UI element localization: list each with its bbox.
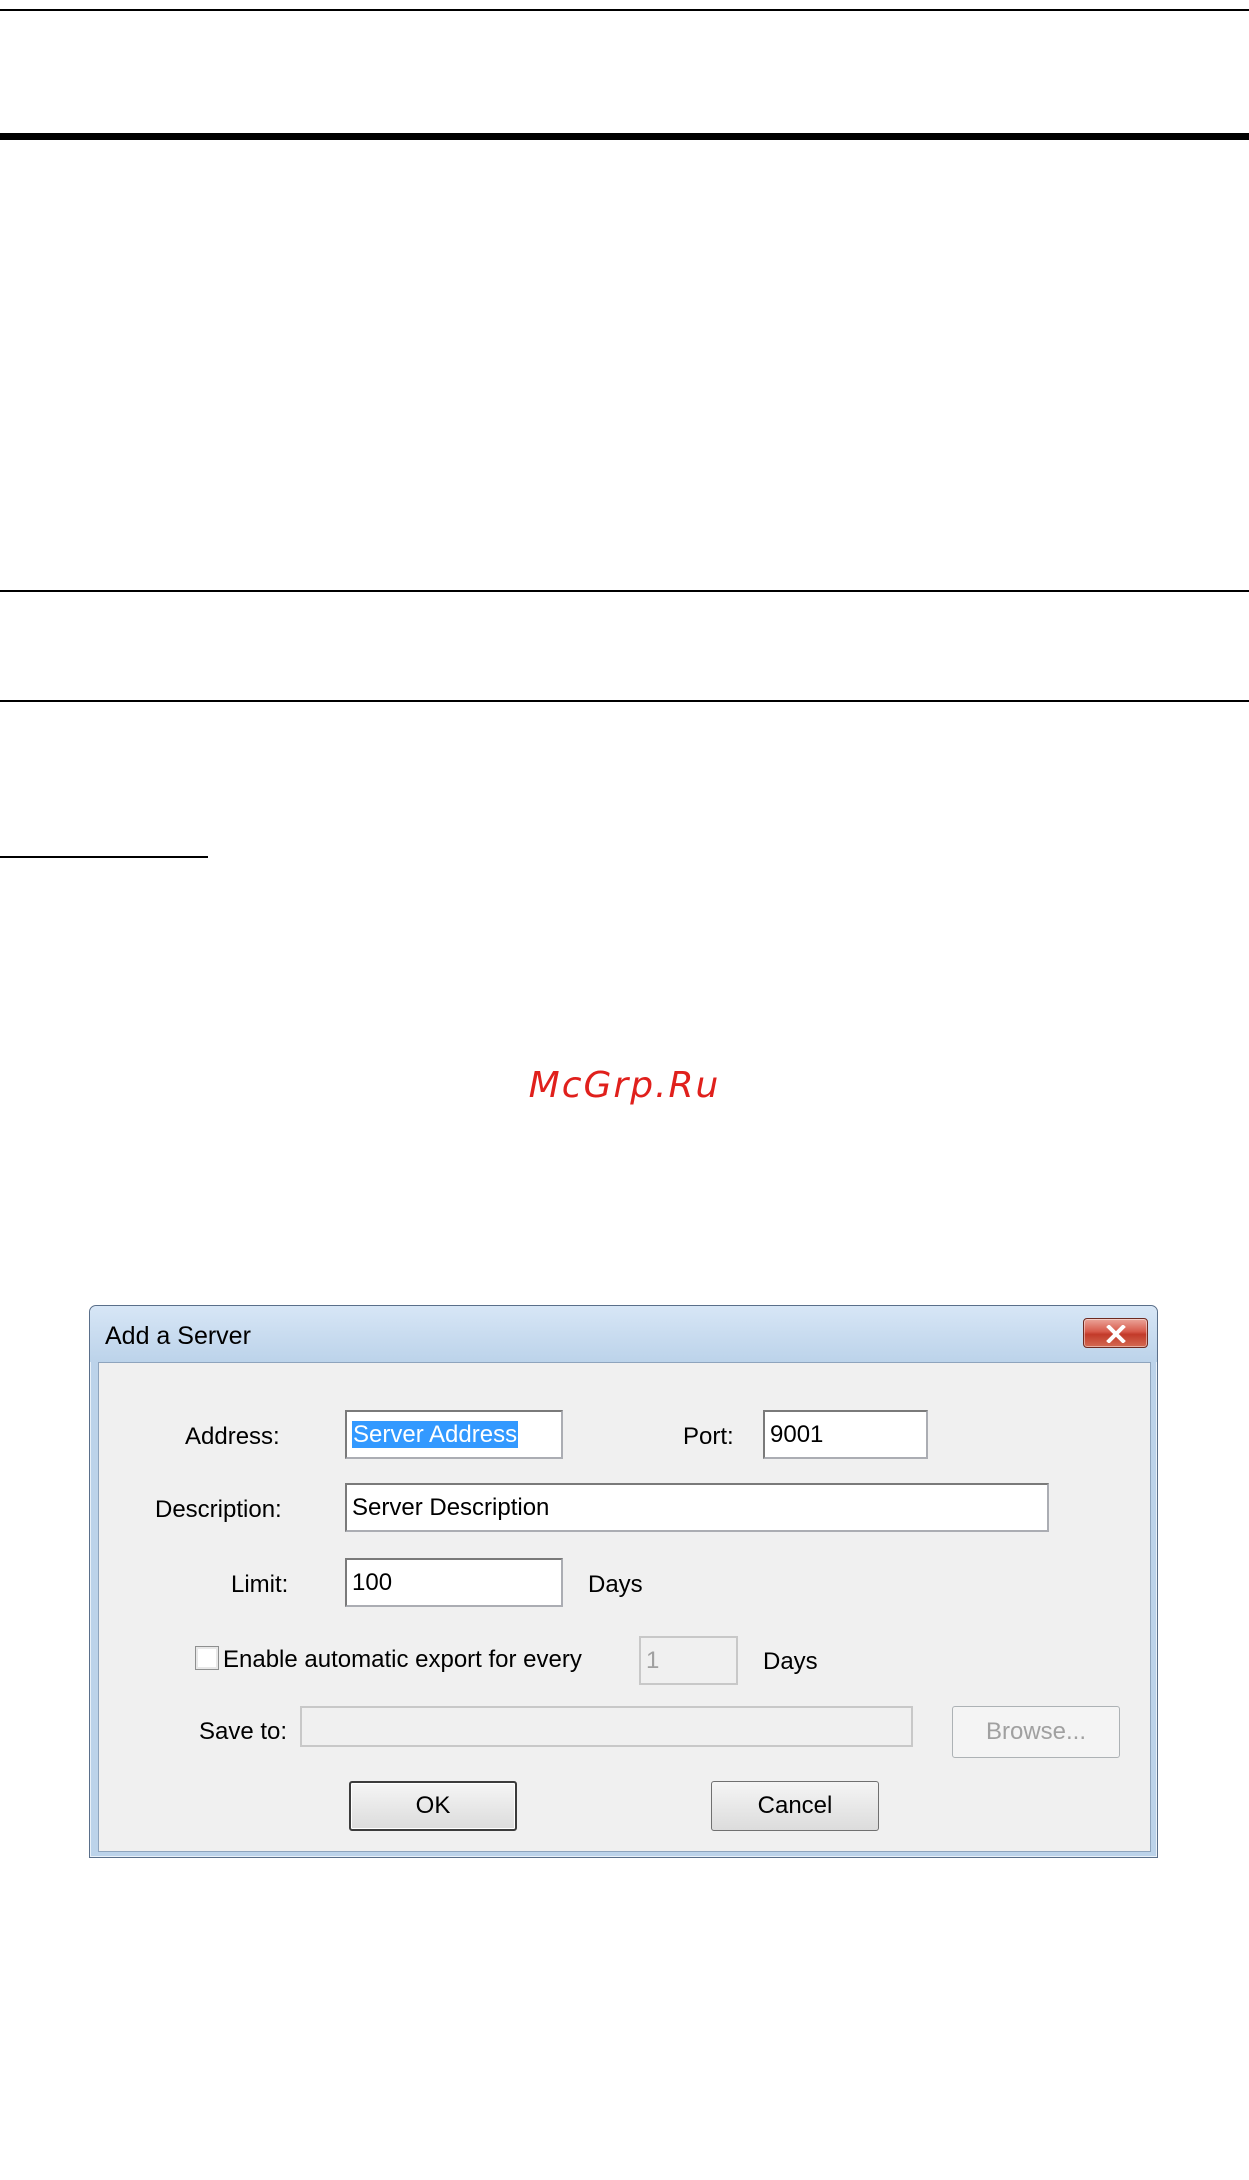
browse-button[interactable]: Browse... <box>952 1706 1120 1758</box>
save-to-input[interactable] <box>300 1706 913 1747</box>
dialog-body: Address: Server Address Port: 9001 Descr… <box>98 1362 1151 1852</box>
auto-export-unit-label: Days <box>763 1648 818 1675</box>
auto-export-days-value: 1 <box>646 1647 660 1674</box>
address-value: Server Address <box>352 1421 519 1448</box>
port-input[interactable]: 9001 <box>763 1410 928 1459</box>
limit-label: Limit: <box>231 1571 289 1598</box>
limit-value: 100 <box>352 1569 393 1596</box>
dialog-title: Add a Server <box>105 1322 251 1350</box>
header-rule <box>0 133 1249 140</box>
address-input[interactable]: Server Address <box>345 1410 563 1459</box>
watermark: McGrp.Ru <box>528 1065 721 1106</box>
auto-export-label[interactable]: Enable automatic export for every <box>223 1646 582 1674</box>
add-server-dialog: Add a Server Address: Server Address Por… <box>89 1305 1158 1858</box>
section-rule-upper <box>0 590 1249 592</box>
cancel-button[interactable]: Cancel <box>711 1781 879 1831</box>
address-label: Address: <box>185 1423 280 1450</box>
description-label: Description: <box>155 1496 282 1523</box>
port-value: 9001 <box>770 1421 824 1448</box>
port-label: Port: <box>683 1423 734 1450</box>
limit-unit-label: Days <box>588 1571 643 1598</box>
section-rule-lower <box>0 700 1249 702</box>
limit-input[interactable]: 100 <box>345 1558 563 1607</box>
auto-export-checkbox[interactable] <box>195 1646 219 1670</box>
close-x-icon <box>1106 1325 1126 1343</box>
heading-underline <box>0 856 208 858</box>
description-input[interactable]: Server Description <box>345 1483 1049 1532</box>
ok-button[interactable]: OK <box>349 1781 517 1831</box>
close-button[interactable] <box>1083 1318 1148 1348</box>
top-rule <box>0 9 1249 11</box>
save-to-label: Save to: <box>199 1718 288 1745</box>
dialog-titlebar[interactable]: Add a Server <box>90 1306 1157 1362</box>
auto-export-days-input[interactable]: 1 <box>639 1636 738 1685</box>
description-value: Server Description <box>352 1494 550 1521</box>
